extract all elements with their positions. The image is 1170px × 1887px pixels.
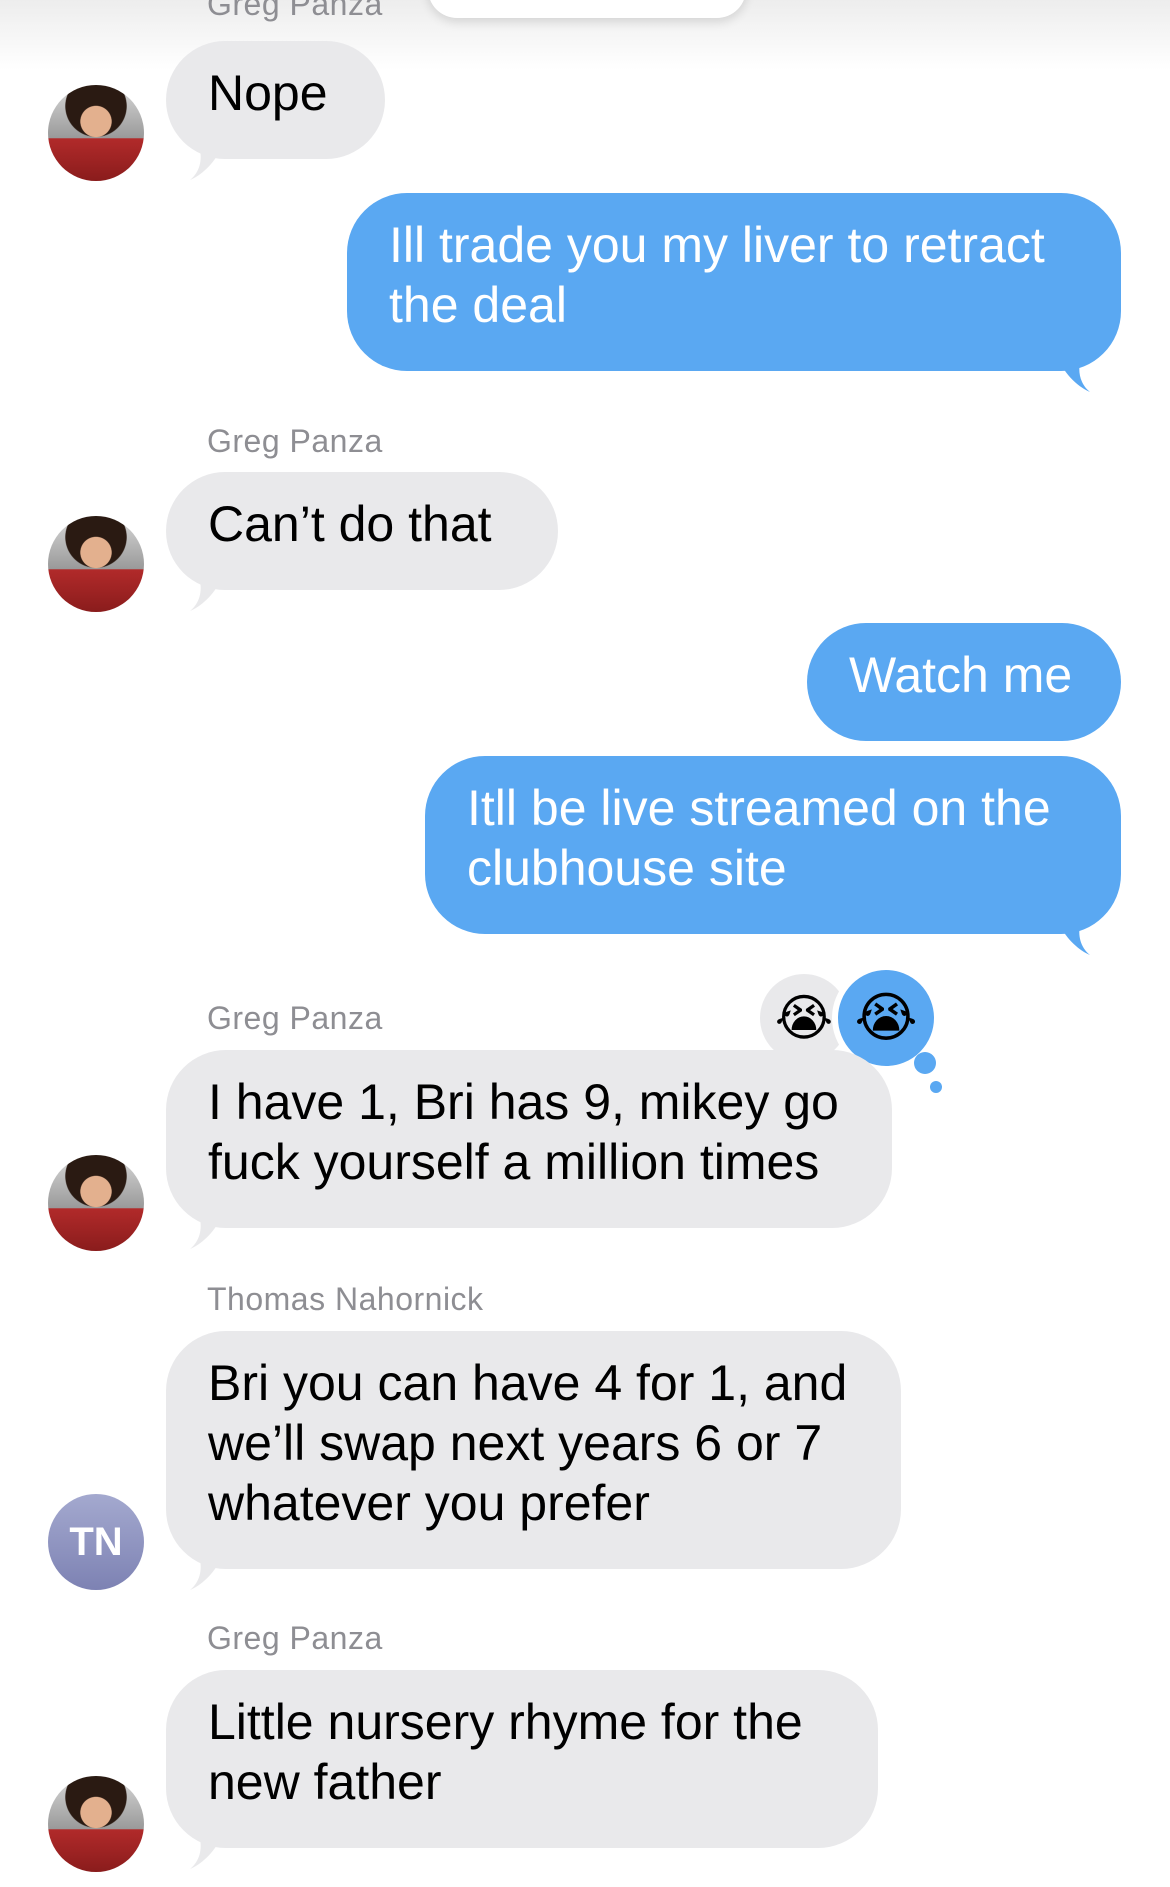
sender-name: Greg Panza bbox=[207, 0, 383, 22]
sender-name: Greg Panza bbox=[207, 1000, 383, 1036]
message-text: Ill trade you my liver to retract the de… bbox=[389, 217, 1045, 333]
message-bubble-incoming[interactable]: Little nursery rhyme for the new father bbox=[166, 1670, 878, 1848]
message-bubble-incoming[interactable]: I have 1, Bri has 9, mikey go fuck yours… bbox=[166, 1050, 892, 1228]
message-bubble-outgoing[interactable]: Ill trade you my liver to retract the de… bbox=[347, 193, 1121, 371]
avatar-thomas-nahornick[interactable]: TN bbox=[48, 1494, 144, 1590]
message-text: Can’t do that bbox=[208, 496, 492, 552]
bubble-tail bbox=[1060, 925, 1090, 955]
bubble-tail bbox=[190, 150, 220, 180]
top-pill bbox=[428, 0, 746, 18]
message-text: Bri you can have 4 for 1, and we’ll swap… bbox=[208, 1355, 848, 1531]
message-bubble-incoming[interactable]: Can’t do that bbox=[166, 472, 558, 590]
message-bubble-outgoing[interactable]: Itll be live streamed on the clubhouse s… bbox=[425, 756, 1121, 934]
bubble-tail bbox=[190, 1560, 220, 1590]
message-text: Little nursery rhyme for the new father bbox=[208, 1694, 803, 1810]
bubble-tail bbox=[190, 1219, 220, 1249]
bubble-tail bbox=[1060, 362, 1090, 392]
avatar-greg-panza[interactable] bbox=[48, 1776, 144, 1872]
message-bubble-incoming[interactable]: Nope bbox=[166, 41, 385, 159]
avatar-greg-panza[interactable] bbox=[48, 85, 144, 181]
message-text: Watch me bbox=[849, 647, 1073, 703]
bubble-tail bbox=[190, 581, 220, 611]
message-bubble-outgoing[interactable]: Watch me bbox=[807, 623, 1121, 741]
message-text: Nope bbox=[208, 65, 328, 121]
sender-name: Greg Panza bbox=[207, 1620, 383, 1656]
avatar-initials: TN bbox=[69, 1520, 123, 1564]
message-text: Itll be live streamed on the clubhouse s… bbox=[467, 780, 1051, 896]
reaction-tail-dot bbox=[930, 1081, 942, 1093]
bubble-tail bbox=[190, 1839, 220, 1869]
message-bubble-incoming[interactable]: Bri you can have 4 for 1, and we’ll swap… bbox=[166, 1331, 901, 1569]
sender-name: Thomas Nahornick bbox=[207, 1281, 484, 1317]
reaction-tail-dot bbox=[914, 1052, 936, 1074]
sender-name: Greg Panza bbox=[207, 423, 383, 459]
avatar-greg-panza[interactable] bbox=[48, 1155, 144, 1251]
avatar-greg-panza[interactable] bbox=[48, 516, 144, 612]
message-text: I have 1, Bri has 9, mikey go fuck yours… bbox=[208, 1074, 839, 1190]
